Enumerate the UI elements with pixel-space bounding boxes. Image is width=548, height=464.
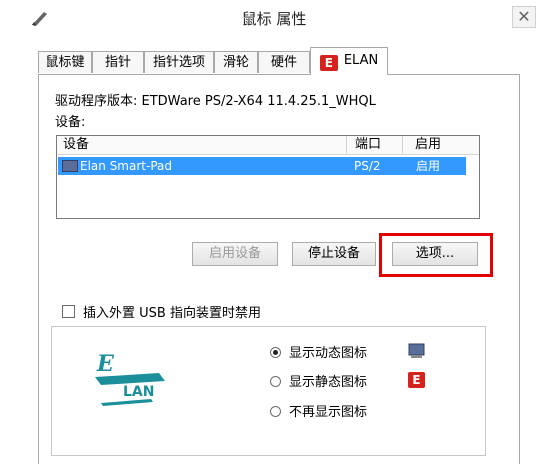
tab-hardware[interactable]: 硬件 — [258, 51, 310, 73]
radio-label-static: 显示静态图标 — [289, 375, 368, 390]
radio-show-dynamic[interactable]: 显示动态图标 — [270, 345, 367, 363]
radio-button-hide[interactable] — [270, 406, 281, 417]
device-name: Elan Smart-Pad — [80, 159, 172, 173]
title-bar: 鼠标 属性 ✕ — [0, 0, 548, 36]
device-list[interactable]: 设备 端口 启用 Elan Smart-Pad PS/2 启用 — [56, 135, 480, 219]
enable-device-button[interactable]: 启用设备 — [192, 242, 278, 266]
tab-elan[interactable]: E ELAN — [310, 47, 388, 75]
radio-show-static[interactable]: 显示静态图标 — [270, 374, 367, 392]
driver-version: 驱动程序版本: ETDWare PS/2-X64 11.4.25.1_WHQL — [55, 94, 376, 109]
elan-logo: E LAN — [91, 351, 173, 409]
close-button[interactable]: ✕ — [512, 6, 536, 28]
radio-hide-icon[interactable]: 不再显示图标 — [270, 404, 367, 422]
usb-disable-checkbox[interactable] — [62, 305, 75, 318]
list-header: 设备 端口 启用 — [57, 136, 479, 155]
radio-label-hide: 不再显示图标 — [289, 405, 368, 420]
tab-mouse-buttons[interactable]: 鼠标键 — [38, 51, 92, 73]
tab-pointer-options[interactable]: 指针选项 — [144, 51, 214, 73]
device-status: 启用 — [416, 159, 441, 173]
radio-button-static[interactable] — [270, 376, 281, 387]
usb-disable-label: 插入外置 USB 指向装置时禁用 — [83, 306, 261, 321]
column-device[interactable]: 设备 — [57, 136, 347, 154]
radio-label-dynamic: 显示动态图标 — [289, 346, 368, 361]
devices-label: 设备: — [55, 115, 86, 130]
tab-elan-label: ELAN — [343, 53, 379, 68]
column-enabled[interactable]: 启用 — [403, 136, 463, 154]
device-port: PS/2 — [354, 159, 381, 173]
disable-device-button[interactable]: 停止设备 — [292, 242, 376, 266]
highlight-box — [379, 233, 493, 277]
tab-pointers[interactable]: 指针 — [92, 51, 144, 73]
usb-disable-option[interactable]: 插入外置 USB 指向装置时禁用 — [62, 302, 261, 321]
elan-tray-icon: E — [408, 372, 425, 388]
elan-icon: E — [319, 55, 338, 71]
radio-button-dynamic[interactable] — [270, 347, 281, 358]
svg-text:E: E — [96, 351, 115, 377]
touchpad-icon — [62, 160, 78, 172]
tab-wheel[interactable]: 滑轮 — [214, 51, 258, 73]
table-row[interactable]: Elan Smart-Pad PS/2 启用 — [58, 157, 466, 175]
svg-text:LAN: LAN — [123, 384, 154, 400]
tray-monitor-icon — [408, 343, 425, 358]
window-title: 鼠标 属性 — [241, 10, 307, 28]
column-port[interactable]: 端口 — [347, 136, 403, 154]
